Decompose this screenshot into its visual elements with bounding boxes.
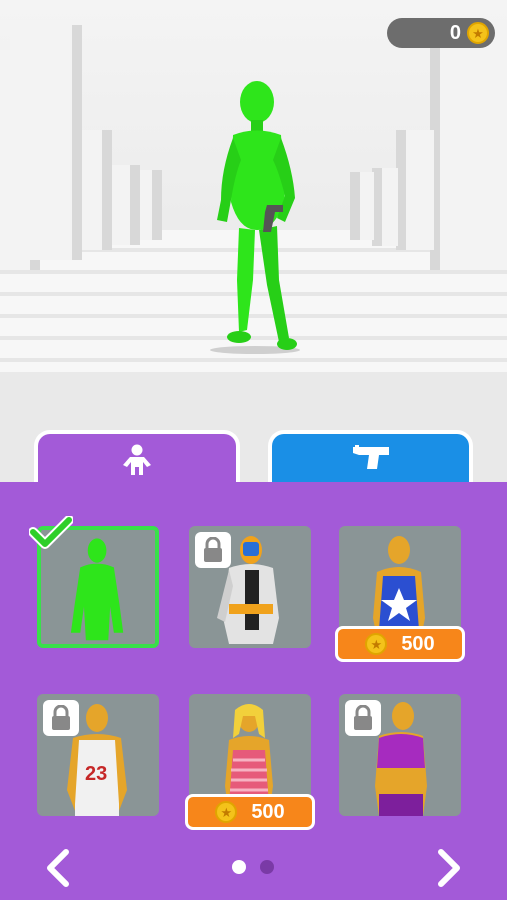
player-character <box>210 81 300 354</box>
skin-price: 500 <box>251 800 285 823</box>
coin-icon: ★ <box>467 22 489 44</box>
skin-card-green-stickman[interactable] <box>29 516 159 648</box>
coin-icon: ★ <box>215 801 238 823</box>
lock-icon <box>345 700 381 736</box>
page-indicator <box>232 860 274 874</box>
svg-text:23: 23 <box>85 763 107 785</box>
skin-card-blue-star-tank[interactable]: ★ 500 <box>335 526 465 662</box>
buy-button[interactable]: ★ 500 <box>185 794 315 830</box>
building <box>10 25 82 260</box>
building <box>112 165 140 245</box>
buy-button[interactable]: ★ 500 <box>335 626 465 662</box>
tab-weapons[interactable] <box>268 430 473 482</box>
person-icon <box>123 444 151 475</box>
building <box>350 172 374 240</box>
lock-icon <box>195 532 231 568</box>
building <box>396 130 434 250</box>
page-dot-active[interactable] <box>232 860 246 874</box>
next-page-arrow-icon[interactable] <box>437 848 463 888</box>
coin-counter: 0 ★ <box>387 18 495 48</box>
pistol-icon <box>352 445 389 469</box>
building <box>82 130 112 250</box>
coin-count: 0 <box>449 21 461 44</box>
selected-check-icon <box>29 516 73 549</box>
tab-skins[interactable] <box>34 430 240 486</box>
skin-price: 500 <box>401 632 435 655</box>
lock-icon <box>43 700 79 736</box>
game-scene: 0 ★ <box>0 0 507 372</box>
skin-card-red-basketball-jersey[interactable]: 23 <box>37 694 159 816</box>
page-dot[interactable] <box>260 860 274 874</box>
building <box>372 168 398 246</box>
skin-card-purple-crop-top[interactable] <box>339 694 461 816</box>
skin-card-pink-striped-dress[interactable]: ★ 500 <box>185 694 315 830</box>
coin-icon: ★ <box>365 633 388 655</box>
building <box>140 170 162 240</box>
skin-card-armored-suit[interactable] <box>189 526 311 648</box>
previous-page-arrow-icon[interactable] <box>44 848 70 888</box>
building <box>430 30 507 270</box>
